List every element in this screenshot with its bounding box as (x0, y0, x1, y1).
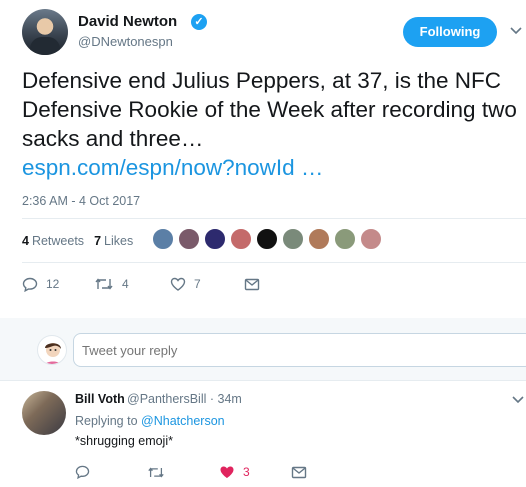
user-avatar (37, 335, 67, 365)
reply-author-name[interactable]: Bill Voth (75, 392, 125, 406)
reply-icon (75, 465, 90, 479)
verified-icon: ✓ (191, 14, 207, 30)
like-icon (170, 277, 186, 291)
reply-tweet: Bill Voth @PanthersBill · 34m Replying t… (0, 380, 526, 487)
retweet-icon (148, 466, 164, 478)
retweets-stat[interactable]: 4 Retweets (22, 234, 84, 248)
tweet-actions: 12 4 7 (22, 274, 260, 294)
liker-avatar[interactable] (152, 228, 174, 250)
liker-avatars (152, 228, 386, 250)
author-name[interactable]: David Newton (78, 13, 177, 30)
tweet-stats: 4 Retweets 7 Likes (22, 226, 143, 256)
dm-action[interactable] (291, 466, 307, 479)
likes-stat[interactable]: 7 Likes (94, 234, 133, 248)
liker-avatar[interactable] (308, 228, 330, 250)
main-tweet: David Newton ✓ @DNewtonespn Following De… (0, 0, 526, 318)
liker-avatar[interactable] (334, 228, 356, 250)
reply-author-handle[interactable]: @PanthersBill · 34m (127, 392, 242, 406)
reply-mention[interactable]: @Nhatcherson (141, 414, 225, 428)
reply-action[interactable]: 12 (22, 277, 94, 292)
divider (22, 262, 526, 263)
liker-avatar[interactable] (360, 228, 382, 250)
tweet-text: Defensive end Julius Peppers, at 37, is … (22, 66, 522, 182)
retweet-icon (95, 278, 113, 290)
following-button[interactable]: Following (403, 17, 497, 47)
author-avatar[interactable] (22, 9, 68, 55)
reply-icon (22, 277, 38, 292)
author-handle[interactable]: @DNewtonespn (78, 34, 173, 49)
like-icon (220, 466, 234, 478)
divider (22, 218, 526, 219)
chevron-down-icon[interactable] (510, 24, 522, 36)
retweet-count: 4 (122, 277, 129, 291)
retweet-action[interactable]: 4 (94, 277, 170, 291)
reply-input[interactable] (73, 333, 526, 367)
reply-action[interactable] (75, 465, 147, 479)
dm-icon (291, 466, 307, 478)
liker-avatar[interactable] (178, 228, 200, 250)
reply-text: *shrugging emoji* (75, 434, 173, 448)
tweet-body: Defensive end Julius Peppers, at 37, is … (22, 68, 517, 151)
like-action[interactable]: 7 (170, 277, 244, 291)
like-count: 7 (194, 277, 201, 291)
reply-actions: 3 (75, 463, 307, 481)
replying-to: Replying to @Nhatcherson (75, 414, 225, 428)
chevron-down-icon[interactable] (512, 393, 524, 407)
reply-author-avatar[interactable] (22, 391, 66, 435)
tweet-timestamp[interactable]: 2:36 AM - 4 Oct 2017 (22, 194, 140, 208)
dm-icon (244, 278, 260, 290)
like-action[interactable]: 3 (219, 465, 291, 479)
dm-action[interactable] (244, 278, 260, 291)
liker-avatar[interactable] (230, 228, 252, 250)
liker-avatar[interactable] (204, 228, 226, 250)
replying-prefix: Replying to (75, 414, 138, 428)
reply-like-count: 3 (243, 465, 250, 479)
liker-avatar[interactable] (256, 228, 278, 250)
reply-count: 12 (46, 277, 60, 291)
reply-composer (0, 318, 526, 380)
tweet-link[interactable]: espn.com/espn/now?nowId … (22, 153, 522, 182)
liker-avatar[interactable] (282, 228, 304, 250)
retweet-action[interactable] (147, 466, 219, 479)
